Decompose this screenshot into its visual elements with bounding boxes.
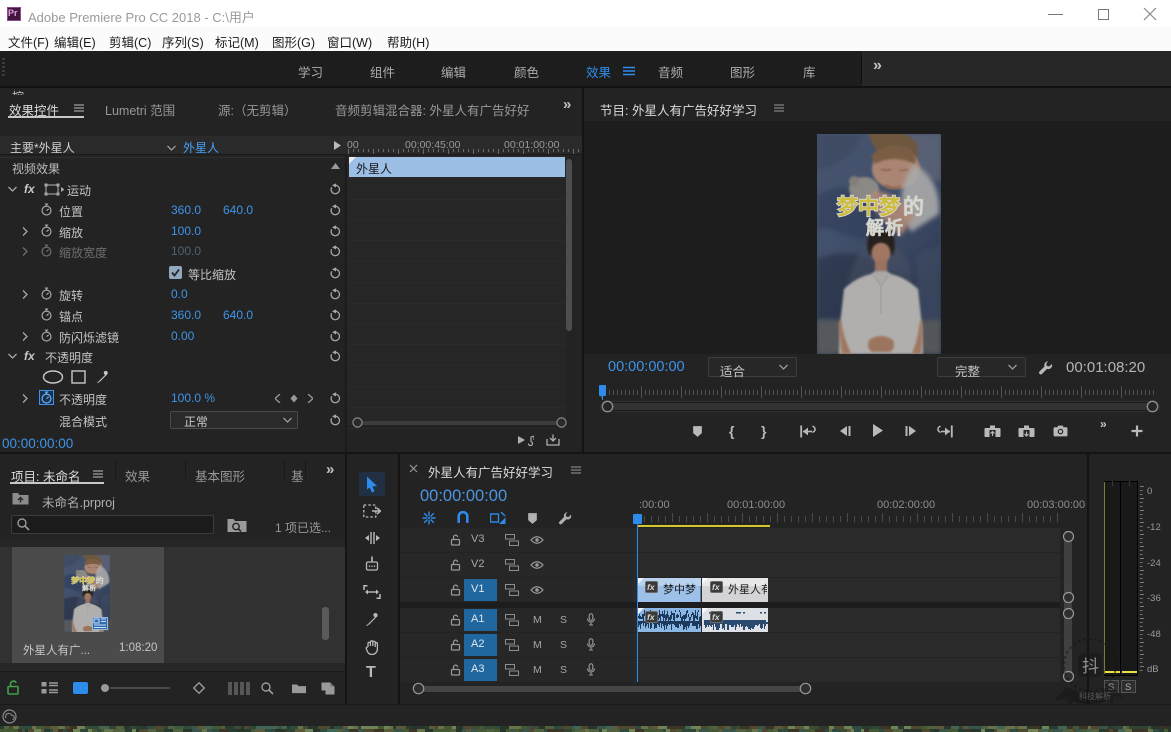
svg-text:抖: 抖: [1082, 652, 1099, 677]
svg-text:科技解析: 科技解析: [1079, 691, 1111, 702]
